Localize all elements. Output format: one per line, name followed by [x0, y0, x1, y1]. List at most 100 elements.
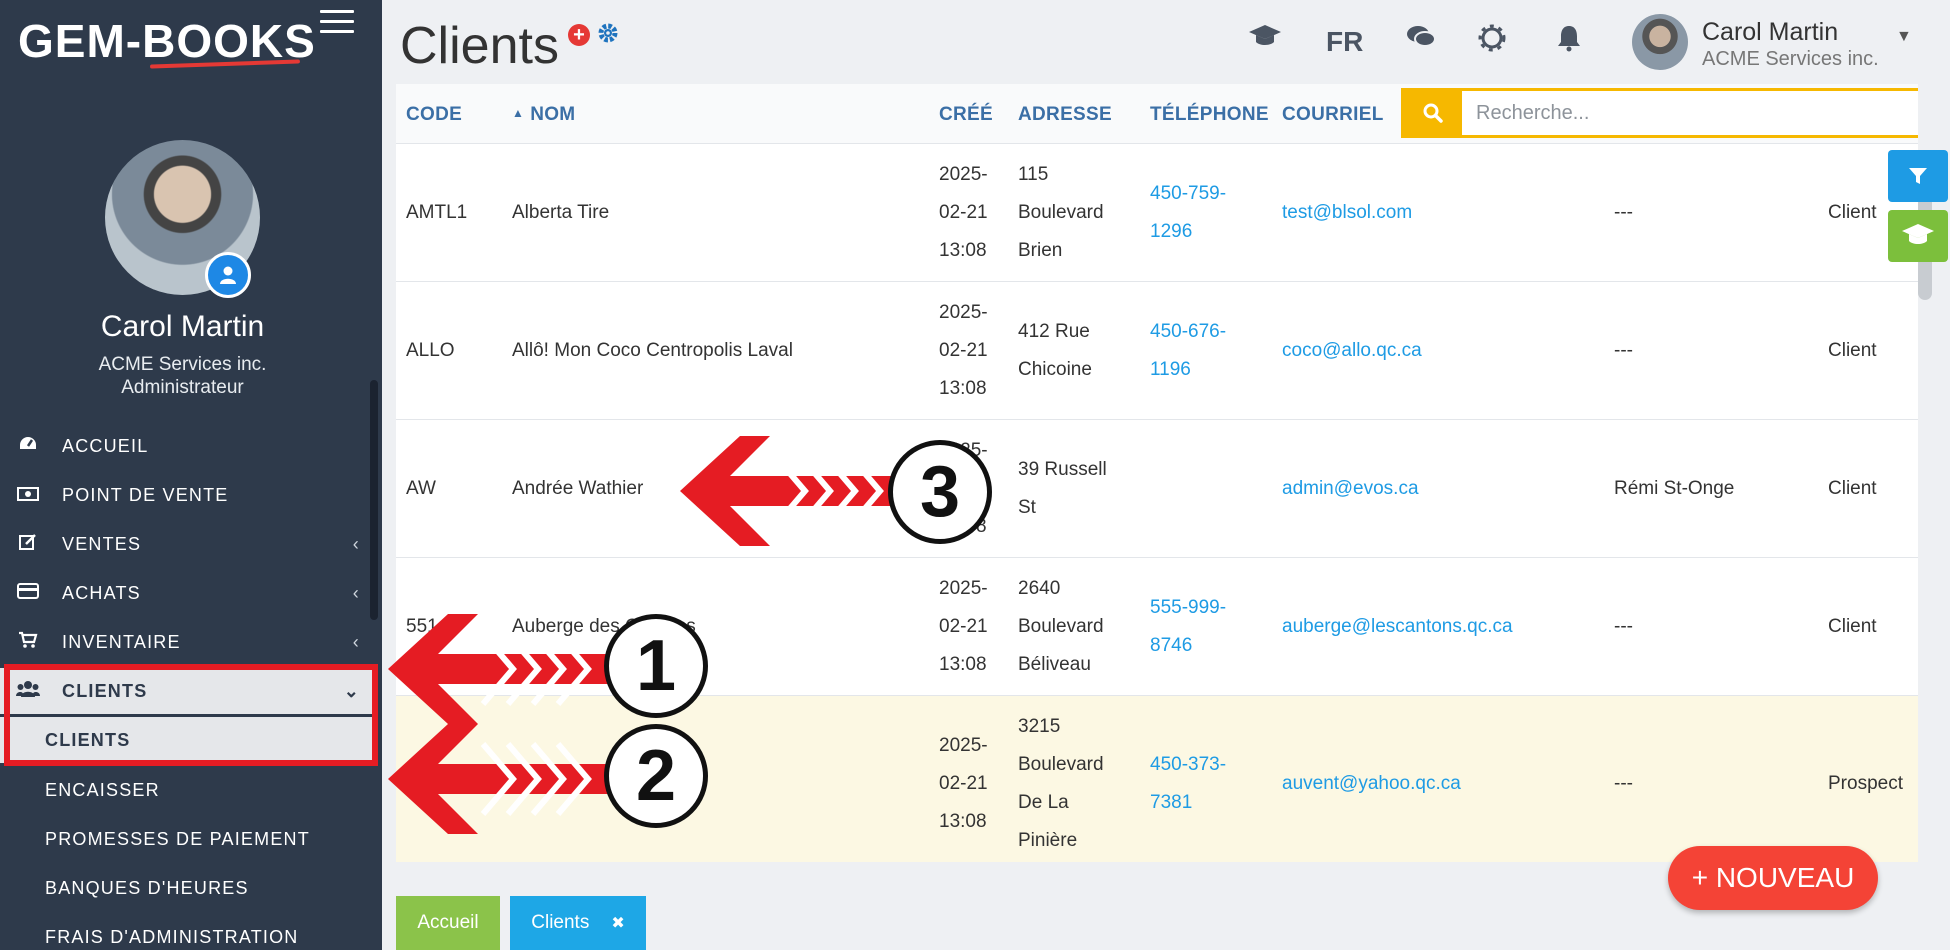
column-header-nom[interactable]: ▲ NOM [512, 104, 575, 126]
add-client-icon[interactable]: + [568, 24, 590, 46]
cell-contact: --- [1614, 773, 1633, 794]
filter-icon[interactable] [1888, 150, 1948, 202]
chevron-down-icon[interactable]: ▼ [1896, 28, 1912, 46]
settings-icon[interactable] [1478, 24, 1506, 59]
cell-nom[interactable]: Andrée Wathier [512, 470, 643, 508]
tab-label: Clients [531, 912, 590, 933]
annotation-arrow-1 [388, 614, 608, 724]
table-row[interactable]: ALLO Allô! Mon Coco Centropolis Laval 20… [396, 282, 1918, 420]
column-header-cree[interactable]: CRÉÉ [939, 104, 993, 126]
annotation-number-3: 3 [888, 440, 992, 544]
page-title: Clients [400, 17, 559, 75]
sidebar-item-accueil[interactable]: ACCUEIL [0, 423, 372, 469]
cell-type: Client [1828, 616, 1877, 637]
table-row[interactable]: AW Andrée Wathier 2025-02-2113:08 39 Rus… [396, 420, 1918, 558]
sidebar-item-label: VENTES [62, 533, 142, 554]
cell-adresse: 115 Boulevard Brien [1018, 164, 1104, 261]
chevron-left-icon: ‹ [352, 582, 360, 603]
sidebar: GEM-BOOKS Carol Martin ACME Services inc… [0, 0, 382, 950]
header-avatar[interactable] [1632, 14, 1688, 70]
gear-icon[interactable] [597, 22, 619, 51]
annotation-arrow-2 [388, 724, 608, 834]
cell-adresse: 2640 Boulevard Béliveau [1018, 578, 1104, 675]
sidebar-subitem-banques[interactable]: BANQUES D'HEURES [0, 865, 372, 911]
column-header-adresse[interactable]: ADRESSE [1018, 104, 1112, 126]
cell-type: Client [1828, 202, 1877, 223]
cell-courriel[interactable]: admin@evos.ca [1282, 470, 1419, 508]
cell-type: Client [1828, 478, 1877, 499]
sidebar-subitem-frais[interactable]: FRAIS D'ADMINISTRATION [0, 914, 372, 950]
new-client-button[interactable]: + NOUVEAU [1668, 846, 1878, 910]
cell-courriel[interactable]: test@blsol.com [1282, 194, 1412, 232]
cell-cree: 2025-02-2113:08 [939, 735, 988, 832]
cell-adresse: 39 Russell St [1018, 459, 1107, 518]
column-header-code[interactable]: CODE [406, 104, 462, 126]
cell-telephone[interactable]: 450-373- 7381 [1150, 746, 1226, 822]
cell-code: AW [406, 478, 436, 499]
cell-code: AMTL1 [406, 202, 468, 223]
sidebar-item-label: ACHATS [62, 582, 141, 603]
sidebar-item-label: INVENTAIRE [62, 631, 181, 652]
sidebar-item-point-de-vente[interactable]: POINT DE VENTE [0, 472, 372, 518]
user-profile-icon[interactable] [205, 252, 251, 298]
sidebar-item-achats[interactable]: ACHATS ‹ [0, 570, 372, 616]
cell-telephone[interactable]: 450-759- 1296 [1150, 175, 1226, 251]
header-user-company: ACME Services inc. [1702, 48, 1879, 70]
close-icon[interactable]: ✖ [611, 913, 624, 933]
cell-contact: --- [1614, 616, 1633, 637]
cell-type: Prospect [1828, 773, 1903, 794]
credit-card-icon [14, 582, 42, 604]
sidebar-scrollbar[interactable] [370, 380, 378, 620]
cell-contact: --- [1614, 202, 1633, 223]
chevron-left-icon: ‹ [352, 533, 360, 554]
cell-courriel[interactable]: auberge@lescantons.qc.ca [1282, 608, 1513, 646]
column-header-courriel[interactable]: COURRIEL [1282, 104, 1384, 126]
cell-cree: 2025-02-2113:08 [939, 302, 988, 399]
bell-icon[interactable] [1556, 24, 1582, 59]
menu-toggle-icon[interactable] [320, 10, 354, 36]
cell-telephone[interactable]: 555-999- 8746 [1150, 589, 1226, 665]
tab-clients[interactable]: Clients ✖ [510, 896, 646, 950]
sidebar-item-inventaire[interactable]: INVENTAIRE ‹ [0, 619, 372, 665]
column-header-telephone[interactable]: TÉLÉPHONE [1150, 104, 1269, 126]
cell-adresse: 3215 Boulevard De La Pinière [1018, 716, 1104, 851]
cell-telephone[interactable]: 450-676- 1196 [1150, 313, 1226, 389]
cell-adresse: 412 Rue Chicoine [1018, 321, 1092, 380]
dashboard-icon [14, 435, 42, 458]
cell-cree: 2025-02-2113:08 [939, 164, 988, 261]
language-switch[interactable]: FR [1326, 26, 1363, 58]
tab-accueil[interactable]: Accueil [396, 896, 500, 950]
annotation-number-1: 1 [604, 614, 708, 718]
cell-contact: --- [1614, 340, 1633, 361]
user-role: Administrateur [121, 377, 244, 398]
sidebar-item-ventes[interactable]: VENTES ‹ [0, 521, 372, 567]
search-input[interactable] [1464, 91, 1918, 135]
user-company: ACME Services inc. [98, 354, 267, 375]
cell-type: Client [1828, 340, 1877, 361]
cell-courriel[interactable]: auvent@yahoo.qc.ca [1282, 765, 1461, 803]
sort-asc-icon: ▲ [512, 106, 525, 120]
sidebar-subitem-promesses[interactable]: PROMESSES DE PAIEMENT [0, 816, 372, 862]
cell-code: ALLO [406, 340, 455, 361]
cash-icon [14, 485, 42, 506]
annotation-number-2: 2 [604, 724, 708, 828]
cell-nom[interactable]: Allô! Mon Coco Centropolis Laval [512, 332, 793, 370]
sidebar-subitem-encaisser[interactable]: ENCAISSER [0, 767, 372, 813]
annotation-highlight-box [4, 664, 378, 766]
user-name: Carol Martin [100, 310, 265, 343]
table-header: CODE ▲ NOM CRÉÉ ADRESSE TÉLÉPHONE COURRIE… [396, 84, 1918, 144]
header-user-name[interactable]: Carol Martin [1702, 18, 1838, 47]
search-icon[interactable] [1404, 91, 1462, 135]
annotation-arrow-3 [680, 436, 900, 546]
search-box [1401, 88, 1918, 138]
cart-icon [14, 631, 42, 654]
chat-icon[interactable] [1406, 24, 1436, 57]
cell-courriel[interactable]: coco@allo.qc.ca [1282, 332, 1422, 370]
sidebar-item-label: ACCUEIL [62, 435, 149, 456]
sidebar-item-label: POINT DE VENTE [62, 484, 229, 505]
graduation-cap-icon[interactable] [1248, 24, 1282, 57]
cell-nom[interactable]: Alberta Tire [512, 194, 609, 232]
graduation-cap-icon[interactable] [1888, 210, 1948, 262]
table-row[interactable]: AMTL1 Alberta Tire 2025- 02-21 13:08 115 Bo… [396, 144, 1918, 282]
cell-contact: Rémi St-Onge [1614, 478, 1735, 499]
